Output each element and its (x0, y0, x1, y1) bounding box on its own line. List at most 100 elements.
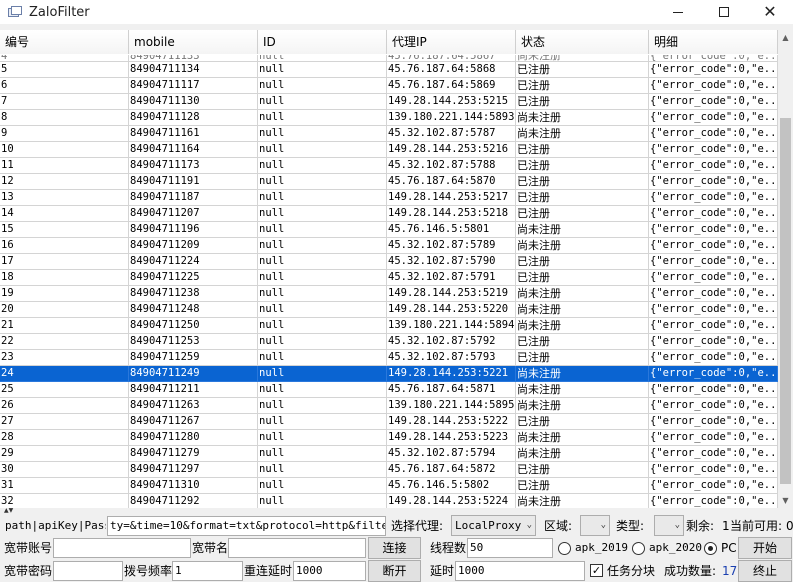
cell-detail: {"error_code":0,"e... (649, 270, 778, 286)
broadband-password-input[interactable] (53, 561, 123, 581)
cell-id: null (258, 334, 387, 350)
reconnect-delay-input[interactable]: 1000 (293, 561, 366, 581)
start-button[interactable]: 开始 (738, 537, 792, 559)
table-row[interactable]: 30 84904711297 null 45.76.187.64:5872 已注册 {"e… (0, 462, 778, 478)
cell-detail: {"error_code":0,"e... (649, 318, 778, 334)
table-row[interactable]: 24 84904711249 null 149.28.144.253:5221 尚未注册… (0, 366, 778, 382)
apk2020-radio[interactable] (632, 542, 645, 555)
cell-proxy-ip: 149.28.144.253:5215 (387, 94, 516, 110)
table-vertical-scrollbar[interactable]: ▲ ▼ (778, 30, 793, 508)
scrollbar-thumb[interactable] (780, 118, 791, 484)
table-row[interactable]: 8 84904711128 null 139.180.221.144:5893 尚未注册… (0, 110, 778, 126)
table-row[interactable]: 28 84904711280 null 149.28.144.253:5223 尚未注册… (0, 430, 778, 446)
cell-proxy-ip: 45.76.187.64:5867 (387, 55, 516, 62)
cell-number: 11 (0, 158, 129, 174)
cell-number: 14 (0, 206, 129, 222)
cell-id: null (258, 222, 387, 238)
type-label: 类型: (616, 519, 645, 533)
cell-detail: {"error_code":0,"e... (649, 430, 778, 446)
api-params-input[interactable]: ty=&time=10&format=txt&protocol=http&fil… (107, 516, 386, 536)
disconnect-button[interactable]: 断开 (368, 560, 421, 582)
cell-mobile: 84904711279 (129, 446, 258, 462)
cell-number: 30 (0, 462, 129, 478)
cell-status: 已注册 (516, 254, 649, 270)
panel-splitter[interactable]: ▲▼ (0, 508, 793, 514)
table-row[interactable]: 14 84904711207 null 149.28.144.253:5218 已注册{… (0, 206, 778, 222)
cell-id: null (258, 238, 387, 254)
table-row[interactable]: 26 84904711263 null 139.180.221.144:5895 尚未注… (0, 398, 778, 414)
cell-id: null (258, 94, 387, 110)
cell-number: 15 (0, 222, 129, 238)
table-row[interactable]: 27 84904711267 null 149.28.144.253:5222 已注册{… (0, 414, 778, 430)
column-header-number[interactable]: 编号 (0, 30, 129, 54)
table-row[interactable]: 5 84904711134 null 45.76.187.64:5868 已注册 {"er… (0, 62, 778, 78)
maximize-icon (719, 7, 729, 17)
pc-radio[interactable] (704, 542, 717, 555)
table-row[interactable]: 21 84904711250 null 139.180.221.144:5894 尚未注… (0, 318, 778, 334)
table-row[interactable]: 19 84904711238 null 149.28.144.253:5219 尚未注册… (0, 286, 778, 302)
scroll-up-arrow-icon[interactable]: ▲ (778, 30, 793, 45)
cell-status: 已注册 (516, 350, 649, 366)
cell-detail: {"error_code":0,"e... (649, 94, 778, 110)
cell-detail: {"error_code":0,"e... (649, 55, 778, 62)
minimize-button[interactable] (655, 0, 701, 24)
table-row[interactable]: 23 84904711259 null 45.32.102.87:5793 已注册 {"e… (0, 350, 778, 366)
table-body: 5 84904711134 null 45.76.187.64:5868 已注册 {"er… (0, 62, 778, 508)
cell-status: 尚未注册 (516, 382, 649, 398)
table-row[interactable]: 25 84904711211 null 45.76.187.64:5871 尚未注册 {"… (0, 382, 778, 398)
table-row[interactable]: 17 84904711224 null 45.32.102.87:5790 已注册 {"e… (0, 254, 778, 270)
table-row[interactable]: 16 84904711209 null 45.32.102.87:5789 尚未注册 {"… (0, 238, 778, 254)
broadband-name-input[interactable] (228, 538, 366, 558)
table-row[interactable]: 32 84904711292 null 149.28.144.253:5224 尚未注册… (0, 494, 778, 508)
stop-button[interactable]: 终止 (738, 560, 792, 582)
region-select[interactable]: ⌄ (580, 515, 610, 536)
table-row[interactable]: 13 84904711187 null 149.28.144.253:5217 已注册{… (0, 190, 778, 206)
pc-label: PC (721, 541, 737, 555)
column-header-detail[interactable]: 明细 (649, 30, 778, 54)
cell-id: null (258, 430, 387, 446)
app-window-icon (8, 6, 22, 18)
table-row[interactable]: 22 84904711253 null 45.32.102.87:5792 已注册 {"e… (0, 334, 778, 350)
close-button[interactable]: ✕ (747, 0, 793, 24)
table-row[interactable]: 10 84904711164 null 149.28.144.253:5216 已注册{… (0, 142, 778, 158)
column-header-id[interactable]: ID (258, 30, 387, 54)
apk2019-radio[interactable] (558, 542, 571, 555)
cell-number: 27 (0, 414, 129, 430)
column-header-status[interactable]: 状态 (516, 30, 649, 54)
cell-number: 25 (0, 382, 129, 398)
table-row[interactable]: 20 84904711248 null 149.28.144.253:5220 尚未注册… (0, 302, 778, 318)
dial-frequency-input[interactable]: 1 (172, 561, 243, 581)
column-header-proxy-ip[interactable]: 代理IP (387, 30, 516, 54)
cell-id: null (258, 318, 387, 334)
cell-proxy-ip: 149.28.144.253:5217 (387, 190, 516, 206)
table-row[interactable]: 18 84904711225 null 45.32.102.87:5791 已注册 {"e… (0, 270, 778, 286)
type-select[interactable]: ⌄ (654, 515, 684, 536)
table-row[interactable]: 7 84904711130 null 149.28.144.253:5215 已注册 {"… (0, 94, 778, 110)
table-row[interactable]: 9 84904711161 null 45.32.102.87:5787 尚未注册 {"e… (0, 126, 778, 142)
connect-button[interactable]: 连接 (368, 537, 421, 559)
table-row[interactable]: 15 84904711196 null 45.76.146.5:5801 尚未注册 {"e… (0, 222, 778, 238)
table-row[interactable]: 29 84904711279 null 45.32.102.87:5794 尚未注册 {"… (0, 446, 778, 462)
cell-detail: {"error_code":0,"e... (649, 494, 778, 508)
threads-input[interactable]: 50 (467, 538, 553, 558)
delay-input[interactable]: 1000 (455, 561, 585, 581)
cell-mobile: 84904711134 (129, 62, 258, 78)
broadband-password-label: 宽带密码 (4, 564, 53, 578)
proxy-select[interactable]: LocalProxy ⌄ (451, 515, 536, 536)
remaining-value: 1 (722, 519, 730, 533)
table-row[interactable]: 6 84904711117 null 45.76.187.64:5869 已注册 {"er… (0, 78, 778, 94)
broadband-account-input[interactable] (53, 538, 191, 558)
table-row[interactable]: 31 84904711310 null 45.76.146.5:5802 已注册 {"er… (0, 478, 778, 494)
table-row-partial[interactable]: 4 84904711133 null 45.76.187.64:5867 尚未注册 {"e… (0, 55, 778, 62)
cell-mobile: 84904711280 (129, 430, 258, 446)
threads-label: 线程数 (430, 541, 467, 555)
table-row[interactable]: 11 84904711173 null 45.32.102.87:5788 已注册 {"e… (0, 158, 778, 174)
scroll-down-arrow-icon[interactable]: ▼ (778, 493, 793, 508)
cell-id: null (258, 270, 387, 286)
maximize-button[interactable] (701, 0, 747, 24)
column-header-mobile[interactable]: mobile (129, 30, 258, 54)
apk2020-label: apk_2020 (649, 541, 702, 554)
table-row[interactable]: 12 84904711191 null 45.76.187.64:5870 已注册 {"e… (0, 174, 778, 190)
cell-id: null (258, 158, 387, 174)
task-split-checkbox[interactable]: ✓ (590, 564, 603, 577)
